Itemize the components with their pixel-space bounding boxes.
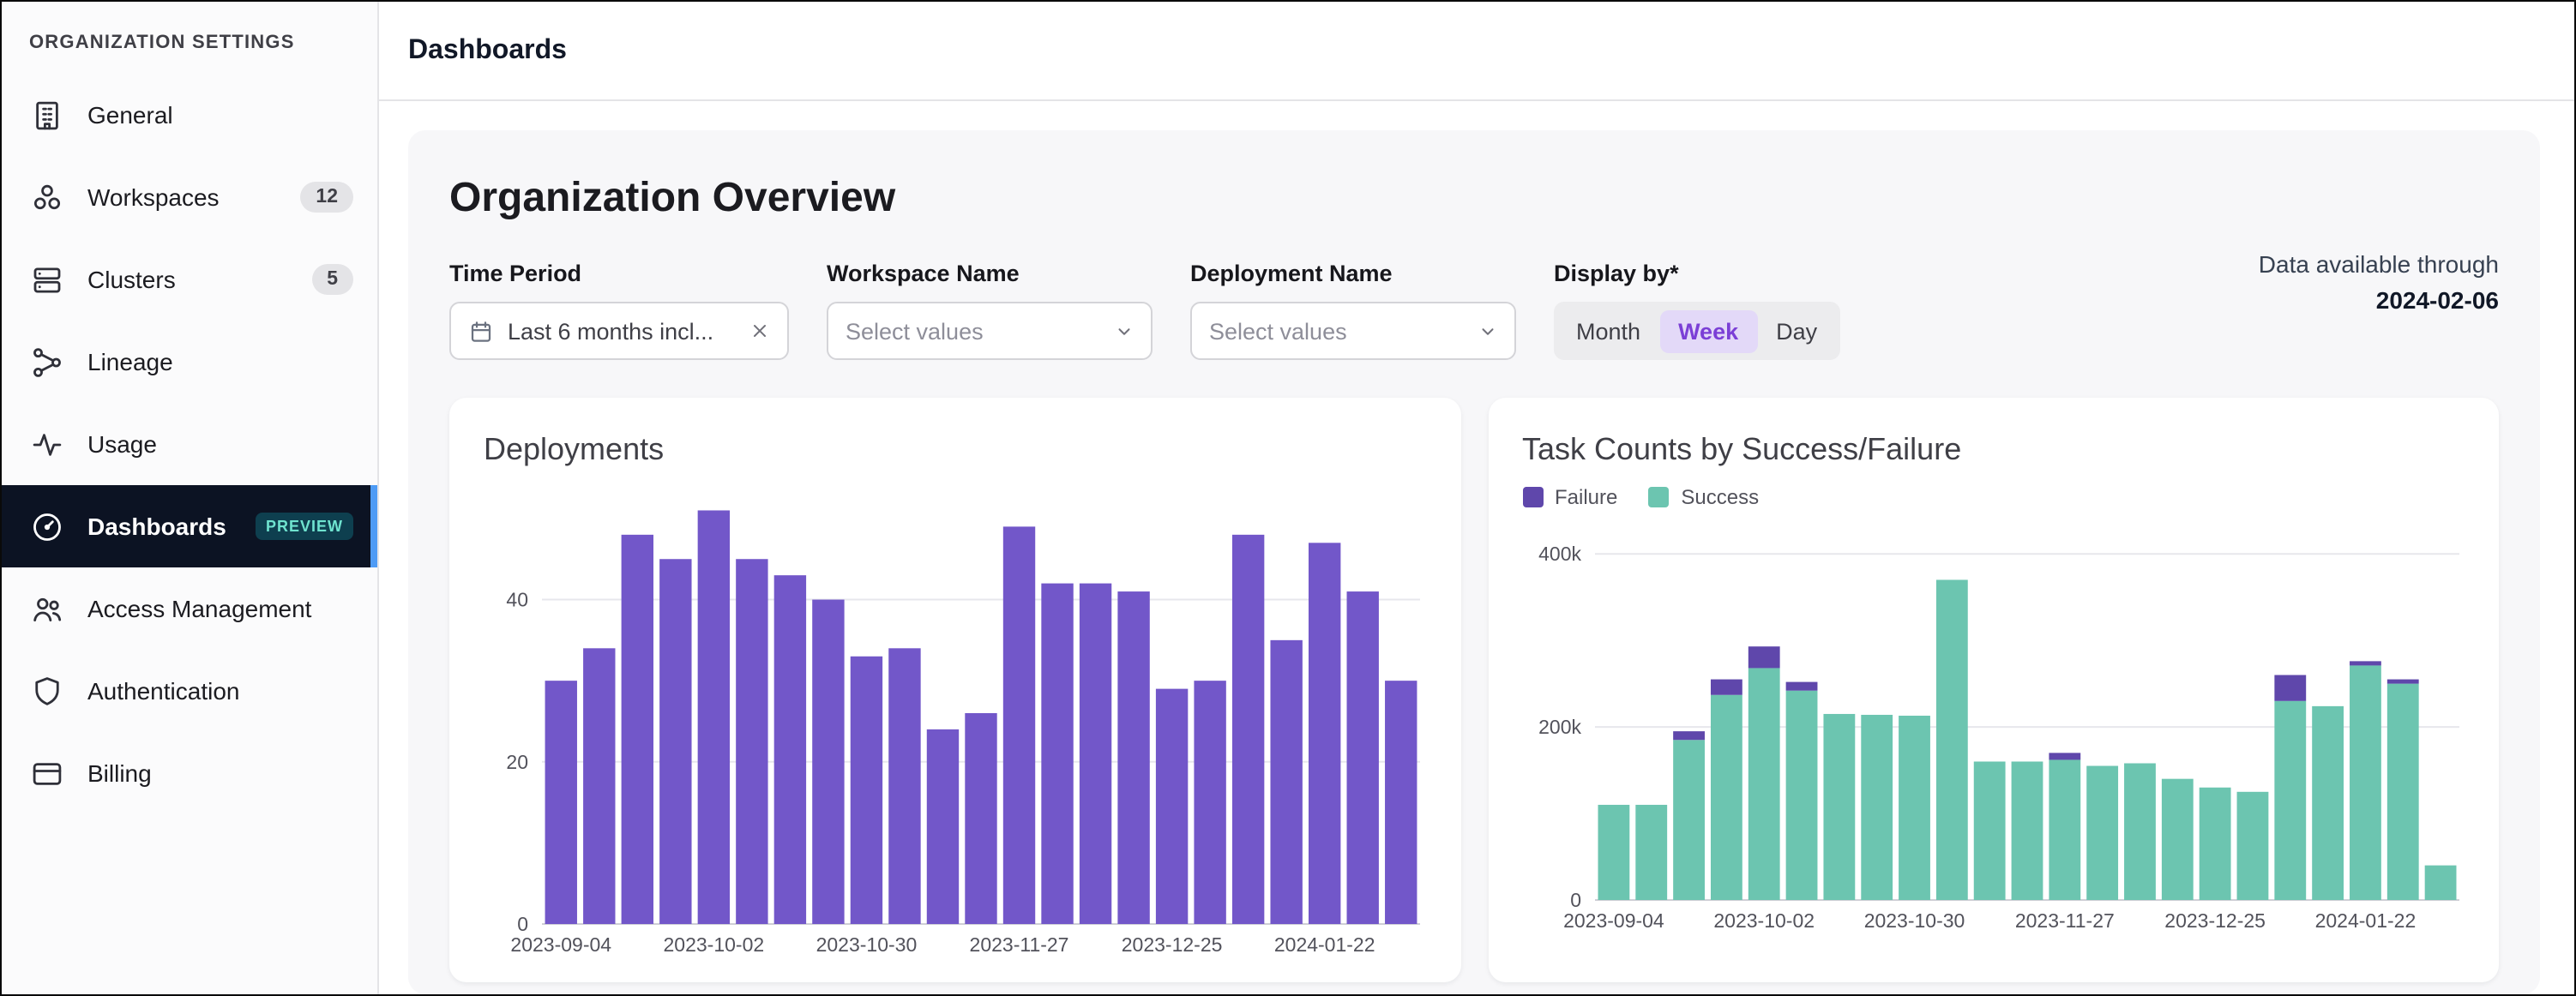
- organization-overview-panel: Organization Overview Time Period Last 6…: [408, 130, 2540, 994]
- chart-legend: Failure Success: [1522, 485, 2465, 509]
- workspace-name-placeholder: Select values: [846, 318, 1101, 344]
- deployment-name-select[interactable]: Select values: [1190, 302, 1516, 360]
- svg-text:2024-01-22: 2024-01-22: [1274, 933, 1375, 956]
- svg-text:2023-09-04: 2023-09-04: [1562, 909, 1664, 932]
- sidebar-item-label: Lineage: [87, 348, 353, 375]
- workspace-name-select[interactable]: Select values: [827, 302, 1153, 360]
- sidebar-item-usage[interactable]: Usage: [2, 403, 377, 485]
- svg-text:0: 0: [1569, 889, 1580, 911]
- credit-card-icon: [29, 755, 65, 791]
- chevron-down-icon: [1478, 321, 1497, 340]
- display-by-option-month[interactable]: Month: [1557, 309, 1659, 352]
- content-area: Organization Overview Time Period Last 6…: [379, 101, 2574, 994]
- sidebar-item-label: Usage: [87, 430, 353, 458]
- svg-text:2023-11-27: 2023-11-27: [2014, 909, 2114, 932]
- data-available-date: 2024-02-06: [2259, 286, 2499, 314]
- sidebar-item-clusters[interactable]: Clusters 5: [2, 238, 377, 321]
- data-available-label: Data available through: [2259, 250, 2499, 278]
- display-by-option-week[interactable]: Week: [1659, 309, 1757, 352]
- page-header: Dashboards: [379, 2, 2574, 101]
- display-by-option-day[interactable]: Day: [1757, 309, 1836, 352]
- sidebar-item-label: Dashboards: [87, 513, 233, 540]
- main-area: Dashboards Organization Overview Time Pe…: [379, 2, 2574, 994]
- sidebar-item-general[interactable]: General: [2, 74, 377, 156]
- gauge-icon: [29, 508, 65, 544]
- sidebar-item-billing[interactable]: Billing: [2, 732, 377, 814]
- legend-item-failure: Failure: [1522, 485, 1617, 509]
- sidebar-item-label: Workspaces: [87, 183, 278, 211]
- display-by-label-text: Display by: [1554, 261, 1670, 286]
- charts-row: Deployments 0 20 40 2023-09-04 2023-10-02 202…: [449, 398, 2499, 982]
- time-period-value: Last 6 months incl...: [508, 318, 736, 344]
- deployments-chart: 0 20 40 2023-09-04 2023-10-02 2023-10-30 2023-…: [484, 489, 1427, 962]
- usage-icon: [29, 426, 65, 462]
- preview-badge: PREVIEW: [256, 513, 353, 540]
- filters-row: Time Period Last 6 months incl...: [449, 261, 2499, 360]
- lineage-icon: [29, 344, 65, 380]
- sidebar-item-label: Billing: [87, 759, 353, 787]
- clusters-count-badge: 5: [311, 264, 353, 295]
- time-period-input[interactable]: Last 6 months incl...: [449, 302, 789, 360]
- legend-label-success: Success: [1681, 485, 1759, 509]
- task-counts-chart-title: Task Counts by Success/Failure: [1522, 432, 2465, 468]
- svg-text:2024-01-22: 2024-01-22: [2314, 909, 2416, 932]
- sidebar-item-label: Authentication: [87, 677, 353, 705]
- svg-text:20: 20: [506, 751, 528, 773]
- sidebar-item-authentication[interactable]: Authentication: [2, 650, 377, 732]
- sidebar-item-label: Clusters: [87, 266, 289, 293]
- svg-text:40: 40: [506, 589, 528, 611]
- users-icon: [29, 591, 65, 627]
- svg-text:2023-11-27: 2023-11-27: [970, 933, 1069, 956]
- svg-text:400k: 400k: [1538, 543, 1580, 565]
- chevron-down-icon: [1115, 321, 1134, 340]
- legend-item-success: Success: [1648, 485, 1759, 509]
- display-by-segmented-control: Month Week Day: [1554, 302, 1839, 360]
- clusters-icon: [29, 261, 65, 297]
- deployments-chart-title: Deployments: [484, 432, 1426, 468]
- data-available-info: Data available through 2024-02-06: [2259, 250, 2499, 314]
- svg-text:2023-10-02: 2023-10-02: [1712, 909, 1814, 932]
- time-period-label: Time Period: [449, 261, 789, 286]
- sidebar-item-lineage[interactable]: Lineage: [2, 321, 377, 403]
- task-counts-chart-card: Task Counts by Success/Failure Failure S…: [1488, 398, 2499, 982]
- time-period-filter: Time Period Last 6 months incl...: [449, 261, 789, 360]
- sidebar-item-access-management[interactable]: Access Management: [2, 567, 377, 650]
- organization-settings-sidebar: ORGANIZATION SETTINGS General Workspaces…: [2, 2, 379, 994]
- calendar-icon: [468, 318, 494, 344]
- overview-title: Organization Overview: [449, 175, 2499, 223]
- sidebar-item-workspaces[interactable]: Workspaces 12: [2, 156, 377, 238]
- svg-text:2023-10-30: 2023-10-30: [816, 933, 918, 956]
- clear-icon[interactable]: [749, 321, 770, 341]
- svg-text:2023-12-25: 2023-12-25: [2164, 909, 2265, 932]
- display-by-filter: Display by* Month Week Day: [1554, 261, 1839, 360]
- failure-swatch: [1522, 487, 1543, 507]
- svg-text:2023-09-04: 2023-09-04: [510, 933, 611, 956]
- svg-text:0: 0: [517, 913, 528, 935]
- svg-text:200k: 200k: [1538, 716, 1580, 738]
- app-window: ORGANIZATION SETTINGS General Workspaces…: [0, 0, 2576, 996]
- sidebar-item-label: General: [87, 101, 353, 129]
- workspace-name-filter: Workspace Name Select values: [827, 261, 1153, 360]
- workspace-name-label: Workspace Name: [827, 261, 1153, 286]
- svg-text:2023-10-02: 2023-10-02: [664, 933, 765, 956]
- sidebar-item-label: Access Management: [87, 595, 353, 622]
- deployment-name-placeholder: Select values: [1209, 318, 1465, 344]
- success-swatch: [1648, 487, 1669, 507]
- legend-label-failure: Failure: [1555, 485, 1617, 509]
- workspaces-count-badge: 12: [300, 182, 353, 213]
- deployment-name-label: Deployment Name: [1190, 261, 1516, 286]
- workspaces-icon: [29, 179, 65, 215]
- deployments-chart-card: Deployments 0 20 40 2023-09-04 2023-10-02 202…: [449, 398, 1460, 982]
- shield-icon: [29, 673, 65, 709]
- display-by-label: Display by*: [1554, 261, 1839, 286]
- svg-text:2023-12-25: 2023-12-25: [1122, 933, 1223, 956]
- building-icon: [29, 97, 65, 133]
- svg-text:2023-10-30: 2023-10-30: [1863, 909, 1965, 932]
- task-counts-chart: 0 200k 400k 2023-09-04 2023-10-02 2023-10-30 2…: [1522, 523, 2465, 938]
- deployment-name-filter: Deployment Name Select values: [1190, 261, 1516, 360]
- sidebar-title: ORGANIZATION SETTINGS: [2, 26, 377, 74]
- required-asterisk: *: [1670, 261, 1679, 286]
- page-title: Dashboards: [408, 35, 567, 66]
- sidebar-item-dashboards[interactable]: Dashboards PREVIEW: [2, 485, 377, 567]
